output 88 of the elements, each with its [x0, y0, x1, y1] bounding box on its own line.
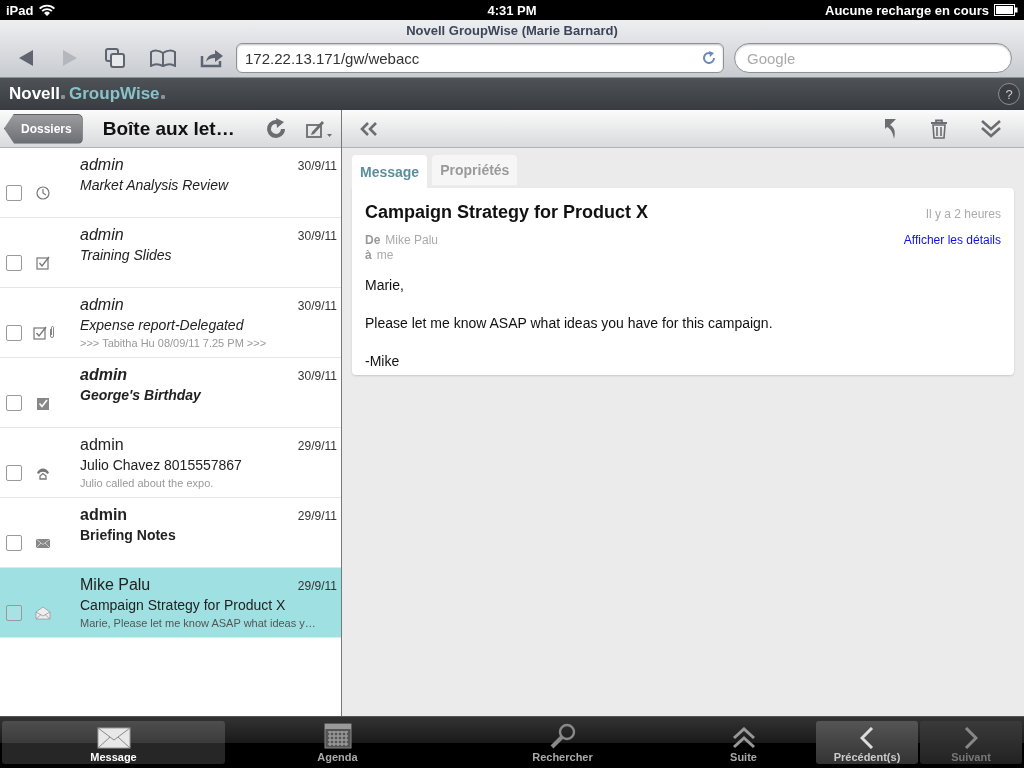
message-date: 29/9/11	[297, 579, 337, 593]
message-date: 29/9/11	[297, 439, 337, 453]
checkbox[interactable]	[6, 605, 22, 621]
from-value: Mike Palu	[385, 233, 439, 247]
sender-name: admin	[80, 226, 124, 244]
message-list-item[interactable]: admin 30/9/11 Market Analysis Review	[0, 148, 341, 218]
body-text: Please let me know ASAP what ideas you have for this campaign.	[365, 315, 774, 331]
address-field[interactable]: 172.22.13.171/gw/webacc	[236, 43, 724, 73]
tab-bar-button[interactable]: Précédent(s)	[816, 721, 918, 764]
device-name: iPad	[6, 2, 34, 18]
message-date: 30/9/11	[297, 229, 337, 243]
message-date: 30/9/11	[297, 299, 337, 313]
checkbox[interactable]	[6, 255, 22, 271]
folders-back-button[interactable]: Dossiers	[4, 113, 83, 144]
checkbox-tick-icon	[31, 325, 48, 341]
page-title: Novell GroupWise (Marie Barnard)	[405, 22, 619, 40]
sender-name: admin	[80, 156, 124, 174]
tab-bar-button[interactable]: Rechercher	[450, 721, 675, 764]
open-envelope-icon	[35, 605, 51, 621]
pages-icon[interactable]	[104, 47, 126, 69]
checkbox[interactable]	[6, 465, 22, 481]
search-field[interactable]: Google	[734, 43, 1012, 73]
message-preview: >>> Tabitha Hu 08/09/11 7.25 PM >>>	[80, 337, 268, 349]
clock-icon	[35, 185, 51, 201]
message-subject: Market Analysis Review	[80, 177, 230, 193]
message-list-item[interactable]: admin 30/9/11 George's Birthday	[0, 358, 341, 428]
message-subject: Expense report-Delegated	[80, 317, 245, 333]
checked-box-icon	[35, 395, 51, 411]
details-link[interactable]: Afficher les détails	[903, 233, 1001, 263]
message-date: 29/9/11	[297, 509, 337, 523]
checkbox-tick-icon	[35, 255, 51, 271]
sender-name: admin	[80, 296, 124, 314]
checkbox[interactable]	[6, 535, 22, 551]
message-title: Campaign Strategy for Product X	[365, 202, 649, 223]
message-tab[interactable]: Message	[352, 155, 428, 188]
wifi-icon	[38, 3, 57, 17]
message-preview: Julio called about the expo.	[80, 477, 215, 489]
share-icon[interactable]	[200, 48, 224, 68]
message-list-item[interactable]: admin 29/9/11 Julio Chavez 8015557867 Julio called about the expo.	[0, 428, 341, 498]
calendar-icon	[323, 723, 352, 749]
body-text: -Mike	[365, 353, 401, 369]
received-time: Il y a 2 heures	[925, 207, 1001, 221]
message-subject: Briefing Notes	[80, 527, 177, 543]
sender-name: admin	[80, 506, 128, 524]
refresh-icon[interactable]	[265, 117, 287, 140]
message-date: 30/9/11	[297, 369, 337, 383]
trash-icon[interactable]	[930, 118, 948, 139]
from-label: De	[365, 233, 381, 247]
message-list-item[interactable]: Mike Palu 29/9/11 Campaign Strategy for Product X Marie, Please let me know ASAP what ideas y…	[0, 568, 341, 638]
checkbox[interactable]	[6, 185, 22, 201]
tab-bar-button[interactable]: Agenda	[225, 721, 450, 764]
book-icon[interactable]	[150, 49, 176, 67]
tab-bar-button[interactable]: Message	[2, 721, 225, 764]
sender-name: Mike Palu	[80, 576, 151, 594]
envelope-icon	[96, 727, 131, 749]
message-subject: Julio Chavez 8015557867	[80, 457, 243, 473]
battery-icon	[994, 4, 1018, 16]
paperclip-icon	[48, 325, 55, 339]
checkbox[interactable]	[6, 325, 22, 341]
collapse-left-icon[interactable]	[360, 121, 378, 136]
message-list-item[interactable]: admin 30/9/11 Training Slides	[0, 218, 341, 288]
message-date: 30/9/11	[297, 159, 337, 173]
checkbox[interactable]	[6, 395, 22, 411]
message-list-item[interactable]: admin 30/9/11 Expense report-Delegated >>> Tabitha Hu 08/09/11 7.25 PM >>>	[0, 288, 341, 358]
brand-name: Novell	[9, 84, 61, 104]
sender-name: admin	[80, 366, 128, 384]
chevron-right-icon	[964, 727, 978, 749]
to-value: me	[376, 248, 394, 262]
reload-icon[interactable]	[701, 50, 717, 66]
help-button[interactable]: ?	[998, 83, 1020, 105]
body-text: Marie,	[365, 277, 405, 293]
message-preview: Marie, Please let me know ASAP what ideas y…	[80, 617, 317, 629]
reply-icon[interactable]	[882, 117, 898, 140]
product-name: GroupWise	[69, 84, 160, 104]
double-chevron-up-icon	[731, 727, 756, 749]
magnifier-icon	[549, 723, 576, 749]
sender-name: admin	[80, 436, 124, 454]
chevron-left-icon	[860, 727, 874, 749]
battery-status: Aucune recharge en cours	[825, 2, 989, 18]
folder-title: Boîte aux let…	[102, 117, 236, 140]
double-chevron-down-icon[interactable]	[980, 118, 1002, 139]
message-subject: Training Slides	[80, 247, 173, 263]
to-label: à	[365, 248, 372, 262]
message-subject: Campaign Strategy for Product X	[80, 597, 287, 613]
compose-icon[interactable]	[305, 118, 333, 139]
clock-time: 4:31 PM	[486, 2, 538, 18]
tab-bar-button[interactable]: Suite	[675, 721, 812, 764]
message-subject: George's Birthday	[80, 387, 202, 403]
